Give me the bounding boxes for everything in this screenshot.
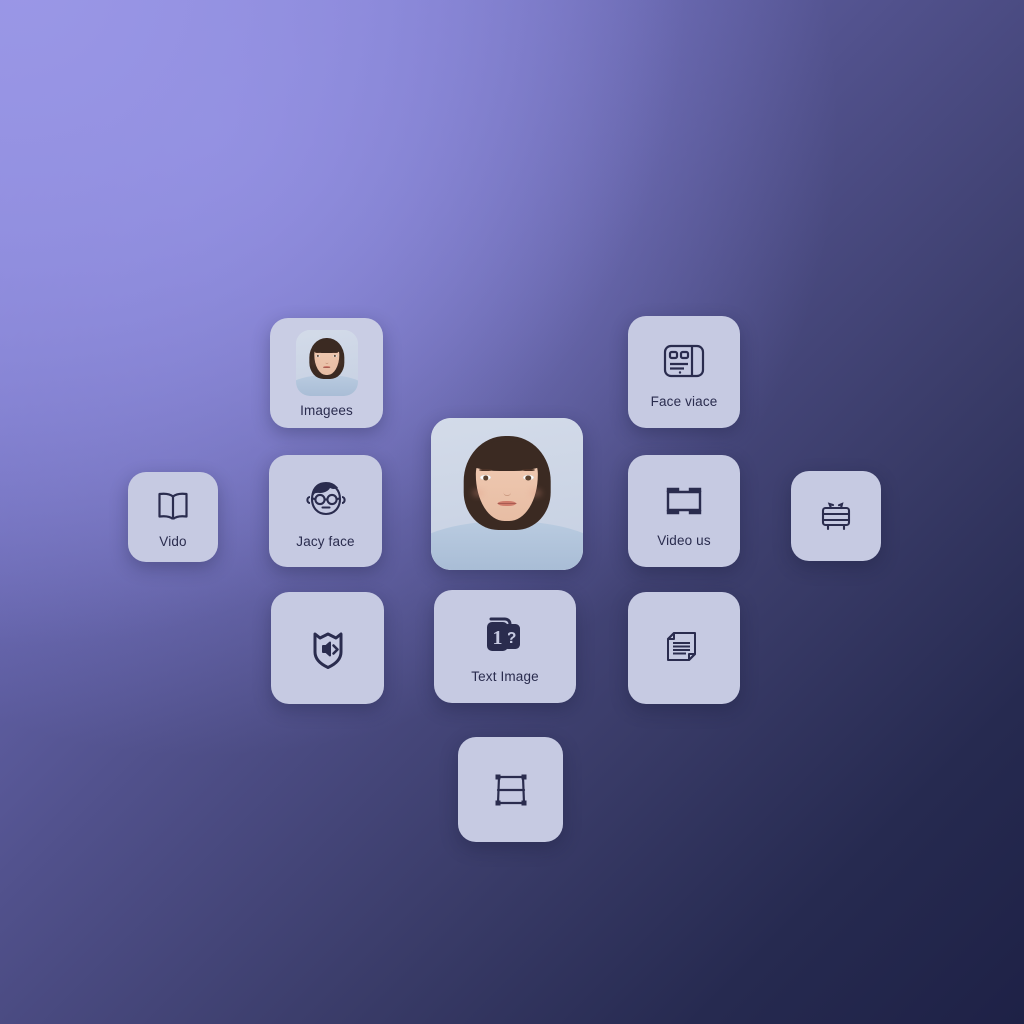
imagees-thumbnail (295, 330, 358, 396)
tile-face-viace[interactable]: Face viace (628, 316, 740, 428)
tile-document[interactable] (628, 592, 740, 704)
tile-text-image[interactable]: ? 1 Text Image (434, 590, 576, 703)
tile-label: Vido (159, 534, 187, 549)
tile-jacy-face[interactable]: Jacy face (269, 455, 382, 567)
svg-text:?: ? (507, 630, 517, 647)
tile-imagees[interactable]: Imagees (270, 318, 383, 428)
tile-label: Video us (657, 533, 711, 548)
tile-label: Jacy face (296, 534, 355, 549)
tile-shelf[interactable] (458, 737, 563, 842)
face-with-glasses-icon (299, 473, 353, 527)
tile-label: Text Image (471, 668, 539, 684)
folder-frame-icon (658, 474, 710, 526)
cards-one-question-icon: ? 1 (477, 610, 533, 662)
open-book-icon (152, 485, 194, 527)
tile-center-portrait[interactable] (431, 418, 583, 570)
tile-label: Imagees (300, 403, 353, 418)
center-portrait-photo (431, 418, 583, 570)
id-card-icon (658, 335, 710, 387)
svg-text:1: 1 (493, 627, 503, 649)
tile-label: Face viace (650, 394, 718, 409)
tile-video-us[interactable]: Video us (628, 455, 740, 567)
app-canvas: Imagees Face viace Vido Jacy face Video … (0, 0, 1024, 1024)
shelf-frame-icon (486, 765, 536, 815)
server-device-icon (814, 494, 858, 538)
tile-vido[interactable]: Vido (128, 472, 218, 562)
tile-shield-audio[interactable] (271, 592, 384, 704)
tile-device[interactable] (791, 471, 881, 561)
document-note-icon (659, 623, 709, 673)
shield-speaker-icon (301, 621, 355, 675)
